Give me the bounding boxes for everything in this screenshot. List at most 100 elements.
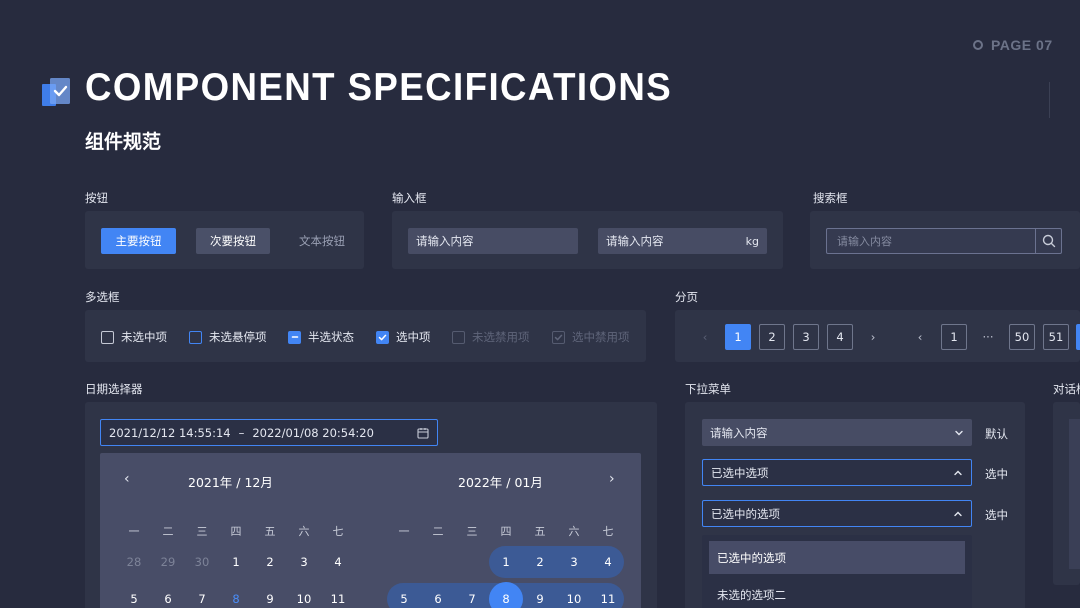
- check-icon: [376, 330, 389, 344]
- left-month-title: 2021年 / 12月: [188, 475, 273, 490]
- input-label: 输入框: [392, 191, 427, 205]
- weekday: 四: [500, 525, 512, 538]
- calendar-day[interactable]: 2: [253, 555, 287, 569]
- page-button-partial[interactable]: [1076, 324, 1080, 350]
- divider: [1049, 82, 1050, 118]
- checkbox-text: 半选状态: [308, 330, 354, 344]
- dropdown-value: 请输入内容: [710, 425, 768, 440]
- logo-check-icon: [42, 78, 70, 106]
- check-icon: [552, 330, 565, 344]
- calendar-day[interactable]: 3: [287, 555, 321, 569]
- calendar-day[interactable]: 9: [523, 592, 557, 606]
- calendar-day[interactable]: 11: [321, 592, 355, 606]
- checkbox-label: 多选框: [85, 290, 120, 304]
- checkbox-hover[interactable]: 未选悬停项: [189, 329, 267, 345]
- calendar-day[interactable]: 1: [219, 555, 253, 569]
- page-subtitle: 组件规范: [85, 131, 162, 153]
- weekday: 一: [128, 525, 140, 538]
- checkbox-unchecked[interactable]: 未选中项: [101, 329, 167, 345]
- dropdown-note: 选中: [985, 508, 1008, 522]
- calendar-day[interactable]: 28: [117, 555, 151, 569]
- search-button[interactable]: [1035, 229, 1061, 253]
- dropdown-note: 默认: [985, 427, 1008, 441]
- page-button[interactable]: 1: [725, 324, 751, 350]
- calendar-day[interactable]: 6: [421, 592, 455, 606]
- dropdown-option[interactable]: 未选的选项二: [709, 578, 965, 608]
- calendar-day-today[interactable]: 8: [219, 592, 253, 606]
- date-start: 2021/12/12 14:55:14: [109, 425, 231, 440]
- dropdown-open[interactable]: 已选中的选项: [702, 500, 972, 527]
- search-label: 搜索框: [813, 191, 848, 205]
- date-separator: –: [238, 425, 245, 440]
- calendar-day[interactable]: 1: [489, 555, 523, 569]
- calendar-day[interactable]: 30: [185, 555, 219, 569]
- calendar-day[interactable]: 11: [591, 592, 625, 606]
- text-button[interactable]: 文本按钮: [287, 228, 357, 254]
- dropdown-value: 已选中的选项: [711, 506, 780, 521]
- dropdown-value: 已选中选项: [711, 465, 769, 480]
- input-placeholder: 请输入内容: [606, 234, 664, 248]
- page-button[interactable]: 4: [827, 324, 853, 350]
- page-button[interactable]: 1: [941, 324, 967, 350]
- primary-button[interactable]: 主要按钮: [101, 228, 176, 254]
- weekday: 六: [568, 525, 580, 538]
- weekday: 三: [466, 525, 478, 538]
- page-button[interactable]: 2: [759, 324, 785, 350]
- checkbox-text: 未选中项: [121, 330, 167, 344]
- checkbox-text: 选中禁用项: [572, 330, 630, 344]
- input-placeholder: 请输入内容: [416, 234, 474, 248]
- calendar-day-selected[interactable]: 8: [489, 592, 523, 606]
- page-title: COMPONENT SPECIFICATIONS: [85, 66, 673, 109]
- checkbox-indeterminate[interactable]: 半选状态: [288, 329, 354, 345]
- search-placeholder: 请输入内容: [837, 235, 892, 248]
- page-button[interactable]: 50: [1009, 324, 1035, 350]
- calendar-day[interactable]: 3: [557, 555, 591, 569]
- search-input[interactable]: 请输入内容: [826, 228, 1062, 254]
- next-month-button[interactable]: ›: [609, 471, 615, 487]
- dropdown-selected[interactable]: 已选中选项: [702, 459, 972, 486]
- calendar-day[interactable]: 2: [523, 555, 557, 569]
- date-range-input[interactable]: 2021/12/12 14:55:14 – 2022/01/08 20:54:2…: [100, 419, 438, 446]
- weekday: 一: [398, 525, 410, 538]
- buttons-label: 按钮: [85, 191, 108, 205]
- date-picker-label: 日期选择器: [85, 382, 143, 396]
- calendar-day[interactable]: 7: [455, 592, 489, 606]
- date-end: 2022/01/08 20:54:20: [252, 425, 374, 440]
- text-input[interactable]: 请输入内容: [408, 228, 578, 254]
- page-button[interactable]: 51: [1043, 324, 1069, 350]
- calendar-day[interactable]: 4: [591, 555, 625, 569]
- buttons-panel: 主要按钮 次要按钮 文本按钮: [85, 211, 364, 269]
- checkbox-box: [452, 330, 465, 344]
- checkbox-checked[interactable]: 选中项: [376, 329, 431, 345]
- dialog-label: 对话框: [1053, 382, 1080, 396]
- checkbox-text: 未选禁用项: [472, 330, 530, 344]
- prev-month-button[interactable]: ‹: [124, 471, 130, 487]
- next-page-button[interactable]: ›: [860, 324, 886, 350]
- dialog-panel: [1053, 402, 1080, 585]
- calendar-day[interactable]: 7: [185, 592, 219, 606]
- calendar-day[interactable]: 4: [321, 555, 355, 569]
- calendar-day[interactable]: 10: [287, 592, 321, 606]
- weekday: 五: [264, 525, 276, 538]
- page-indicator: PAGE 07: [973, 37, 1053, 53]
- dropdown-label: 下拉菜单: [685, 382, 731, 396]
- dropdown-option-selected[interactable]: 已选中的选项: [709, 541, 965, 574]
- prev-page-button[interactable]: ‹: [692, 324, 718, 350]
- unit-input[interactable]: 请输入内容 kg: [598, 228, 767, 254]
- secondary-button[interactable]: 次要按钮: [196, 228, 270, 254]
- circle-icon: [973, 40, 983, 50]
- weekday: 四: [230, 525, 242, 538]
- page-button[interactable]: 3: [793, 324, 819, 350]
- dropdown-default[interactable]: 请输入内容: [702, 419, 972, 446]
- calendar-day[interactable]: 5: [387, 592, 421, 606]
- weekday: 七: [602, 525, 614, 538]
- checkbox-box: [189, 330, 202, 344]
- calendar-day[interactable]: 10: [557, 592, 591, 606]
- calendar-day[interactable]: 29: [151, 555, 185, 569]
- calendar-day[interactable]: 9: [253, 592, 287, 606]
- calendar-day[interactable]: 6: [151, 592, 185, 606]
- prev-page-button[interactable]: ‹: [907, 324, 933, 350]
- weekday: 二: [432, 525, 444, 538]
- weekday: 三: [196, 525, 208, 538]
- calendar-day[interactable]: 5: [117, 592, 151, 606]
